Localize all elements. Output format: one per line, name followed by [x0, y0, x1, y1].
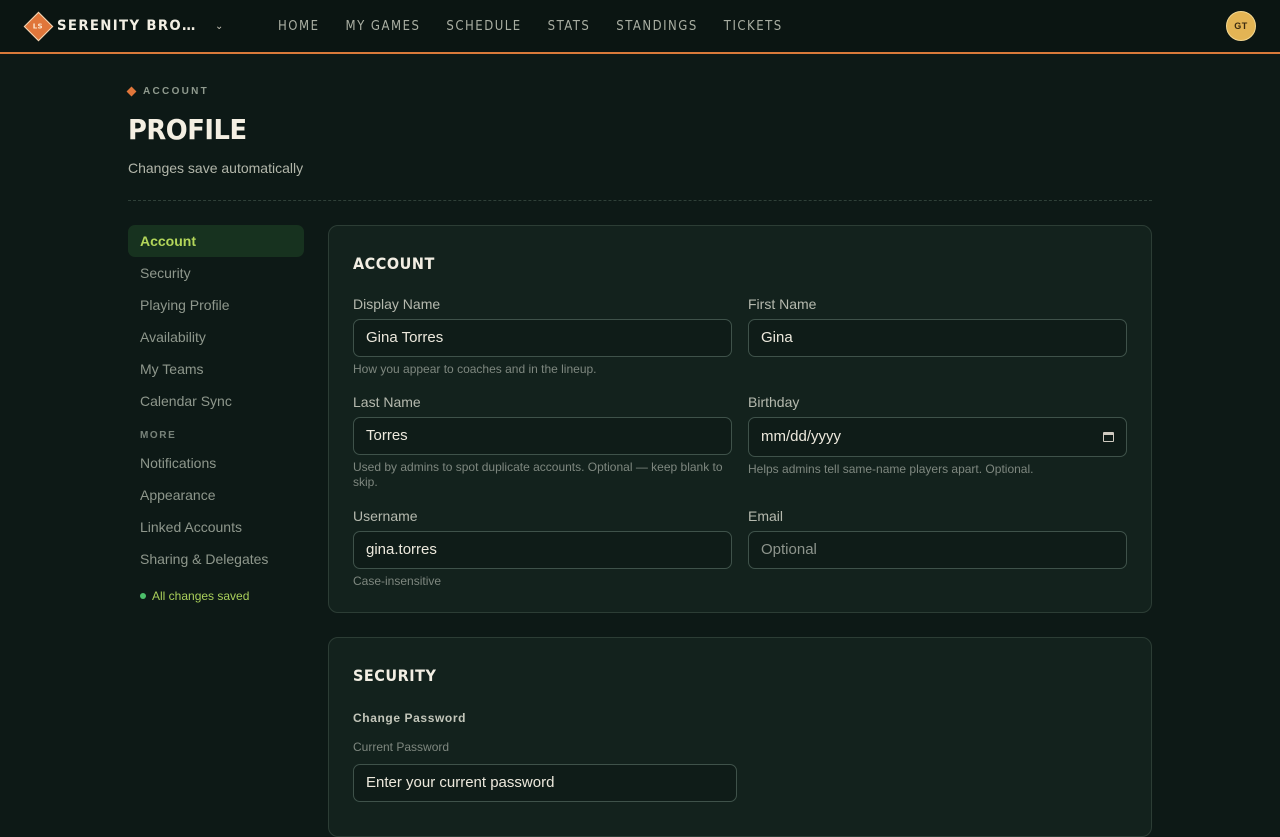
birthday-input[interactable]: mm/dd/yyyy — [748, 417, 1127, 457]
last-name-value: Torres — [366, 427, 408, 444]
last-name-input[interactable]: Torres — [353, 417, 732, 455]
sidenav-item-account[interactable]: Account — [128, 225, 304, 257]
birthday-field: Birthday mm/dd/yyyy Helps admins tell sa… — [748, 393, 1127, 477]
email-input[interactable]: Optional — [748, 531, 1127, 569]
username-help: Case-insensitive — [353, 574, 442, 588]
first-name-value: Gina — [761, 329, 793, 346]
display-name-help: How you appear to coaches and in the lin… — [353, 362, 597, 376]
team-switcher[interactable]: LS SERENITY BROWNCOATS ⌄ — [23, 11, 224, 41]
account-card-title: ACCOUNT — [353, 254, 435, 273]
email-field: Email Optional — [748, 507, 1127, 569]
birthday-help: Helps admins tell same-name players apar… — [748, 462, 1034, 476]
username-label: Username — [353, 508, 418, 524]
calendar-icon[interactable] — [1103, 432, 1114, 442]
nav-my-games[interactable]: MY GAMES — [345, 19, 420, 34]
sidenav-item-notifications[interactable]: Notifications — [128, 447, 304, 479]
settings-sidenav: Account Security Playing Profile Availab… — [128, 225, 304, 603]
security-card: SECURITY Change Password Current Passwor… — [328, 637, 1152, 837]
nav-stats[interactable]: STATS — [548, 19, 591, 34]
nav-home[interactable]: HOME — [278, 19, 319, 34]
avatar[interactable]: GT — [1226, 11, 1256, 41]
header-divider — [128, 200, 1152, 201]
current-password-placeholder: Enter your current password — [366, 774, 555, 791]
breadcrumb-label: ACCOUNT — [143, 86, 210, 97]
nav-standings[interactable]: STANDINGS — [616, 19, 698, 34]
last-name-field: Last Name Torres Used by admins to spot … — [353, 393, 732, 490]
team-logo-icon: LS — [23, 11, 54, 41]
sidenav-item-security[interactable]: Security — [128, 257, 304, 289]
nav-schedule[interactable]: SCHEDULE — [446, 19, 521, 34]
save-status: All changes saved — [128, 589, 304, 603]
email-label: Email — [748, 508, 784, 524]
current-password-field: Enter your current password — [353, 758, 737, 802]
main-nav: HOME MY GAMES SCHEDULE STATS STANDINGS T… — [278, 0, 809, 52]
current-password-input[interactable]: Enter your current password — [353, 764, 737, 802]
display-name-field: Display Name Gina Torres How you appear … — [353, 295, 732, 377]
email-placeholder: Optional — [761, 541, 817, 558]
last-name-label: Last Name — [353, 394, 421, 410]
last-name-help: Used by admins to spot duplicate account… — [353, 460, 723, 489]
sidenav-item-appearance[interactable]: Appearance — [128, 479, 304, 511]
username-field: Username gina.torres Case-insensitive — [353, 507, 732, 589]
page-subtitle: Changes save automatically — [128, 160, 304, 176]
chevron-down-icon: ⌄ — [215, 20, 224, 32]
first-name-input[interactable]: Gina — [748, 319, 1127, 357]
top-navbar: LS SERENITY BROWNCOATS ⌄ HOME MY GAMES S… — [0, 0, 1280, 54]
breadcrumb: ACCOUNT — [126, 86, 210, 97]
birthday-label: Birthday — [748, 394, 800, 410]
username-input[interactable]: gina.torres — [353, 531, 732, 569]
username-value: gina.torres — [366, 541, 437, 558]
birthday-placeholder: mm/dd/yyyy — [761, 428, 842, 445]
first-name-label: First Name — [748, 296, 817, 312]
first-name-field: First Name Gina — [748, 295, 1127, 357]
save-status-text: All changes saved — [152, 589, 250, 603]
team-logo-initials: LS — [33, 21, 44, 30]
sidenav-item-calendar-sync[interactable]: Calendar Sync — [128, 385, 304, 417]
sidenav-section-more: MORE — [140, 430, 177, 441]
status-dot-icon — [140, 593, 146, 599]
diamond-icon — [126, 86, 137, 97]
display-name-label: Display Name — [353, 296, 441, 312]
sidenav-item-my-teams[interactable]: My Teams — [128, 353, 304, 385]
sidenav-item-linked-accounts[interactable]: Linked Accounts — [128, 511, 304, 543]
sidenav-item-playing-profile[interactable]: Playing Profile — [128, 289, 304, 321]
display-name-input[interactable]: Gina Torres — [353, 319, 732, 357]
current-password-label: Current Password — [353, 740, 450, 754]
change-password-heading: Change Password — [353, 711, 467, 725]
nav-tickets[interactable]: TICKETS — [724, 19, 783, 34]
sidenav-item-availability[interactable]: Availability — [128, 321, 304, 353]
page-title: PROFILE — [128, 113, 247, 146]
sidenav-item-sharing-delegates[interactable]: Sharing & Delegates — [128, 543, 304, 575]
display-name-value: Gina Torres — [366, 329, 444, 346]
security-card-title: SECURITY — [353, 666, 437, 685]
team-name: SERENITY BROWNCOATS — [57, 18, 209, 34]
account-card: ACCOUNT Display Name Gina Torres How you… — [328, 225, 1152, 613]
